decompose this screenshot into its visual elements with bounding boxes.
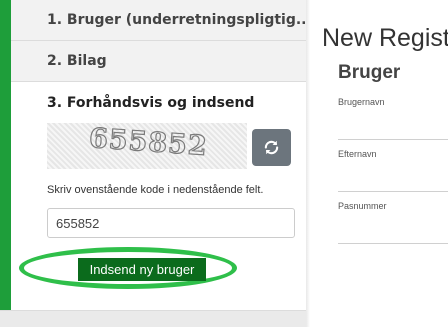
field-label-username: Brugernavn (338, 97, 385, 107)
refresh-captcha-button[interactable] (252, 129, 291, 166)
field-label-lastname: Efternavn (338, 149, 377, 159)
form-panel: New Registr Bruger Brugernavn Efternavn … (306, 0, 448, 327)
page-title: New Registr (322, 24, 448, 52)
field-label-passport: Pasnummer (338, 201, 387, 211)
section-title: Bruger (338, 62, 401, 83)
accordion-item-preview-submit: 3. Forhåndsvis og indsend 655852 Skriv o… (0, 82, 306, 327)
captcha-code-input[interactable] (47, 208, 295, 238)
accordion-header-preview-submit[interactable]: 3. Forhåndsvis og indsend (11, 82, 306, 123)
captcha-instruction: Skriv ovenstående kode i nedenstående fe… (47, 184, 264, 196)
bottom-bar (0, 310, 306, 327)
accordion-item-bilag[interactable]: 2. Bilag (0, 41, 306, 82)
captcha-image: 655852 (47, 123, 247, 169)
preview-submit-panel: 655852 Skriv ovenstående kode i nedenstå… (11, 123, 306, 327)
captcha-row: 655852 (47, 123, 306, 169)
submit-new-user-button[interactable]: Indsend ny bruger (78, 258, 206, 281)
registration-accordion: 1. Bruger (underretningspligtig... 2. Bi… (0, 0, 306, 327)
accordion-header-bruger[interactable]: 1. Bruger (underretningspligtig... (11, 0, 306, 41)
panel-divider (306, 0, 310, 327)
username-field[interactable] (338, 139, 448, 140)
captcha-text: 655852 (87, 123, 209, 163)
accordion-item-bruger[interactable]: 1. Bruger (underretningspligtig... (0, 0, 306, 41)
passport-field[interactable] (338, 243, 448, 244)
accordion-header-bilag[interactable]: 2. Bilag (11, 41, 306, 82)
refresh-icon (264, 140, 279, 155)
lastname-field[interactable] (338, 191, 448, 192)
